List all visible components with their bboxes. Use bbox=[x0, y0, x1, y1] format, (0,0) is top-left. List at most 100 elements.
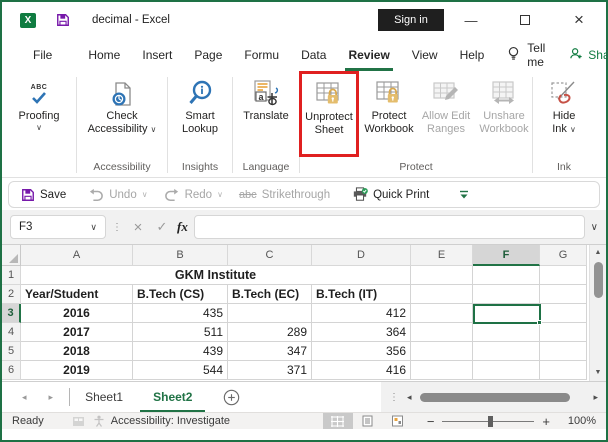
tab-insert[interactable]: Insert bbox=[131, 38, 183, 71]
zoom-out-icon[interactable]: − bbox=[427, 414, 435, 429]
macro-record-icon[interactable] bbox=[72, 416, 85, 427]
translate-button[interactable]: a Translate bbox=[243, 73, 289, 123]
cell-d6[interactable]: 416 bbox=[312, 361, 411, 380]
sheet-tab-sheet2-active[interactable]: Sheet2 bbox=[138, 382, 207, 412]
cell-e1[interactable] bbox=[411, 266, 473, 285]
cell-g1[interactable] bbox=[540, 266, 587, 285]
close-button[interactable]: × bbox=[552, 2, 606, 38]
splitter-dots-icon[interactable]: ⋮ bbox=[389, 392, 399, 403]
cell-f6[interactable] bbox=[473, 361, 540, 380]
insert-function-button[interactable]: fx bbox=[177, 219, 188, 235]
page-layout-view-button[interactable] bbox=[353, 413, 383, 429]
formula-input[interactable] bbox=[193, 215, 585, 239]
tab-data[interactable]: Data bbox=[290, 38, 337, 71]
tab-formulas[interactable]: Formu bbox=[233, 38, 290, 71]
cancel-icon[interactable]: × bbox=[129, 219, 147, 236]
sign-in-button[interactable]: Sign in bbox=[378, 9, 444, 31]
cell-c5[interactable]: 347 bbox=[228, 342, 312, 361]
cell-b4[interactable]: 511 bbox=[133, 323, 228, 342]
quick-print-button[interactable]: Quick Print bbox=[352, 187, 429, 202]
name-box[interactable]: F3 ∨ bbox=[10, 215, 106, 239]
cell-b5[interactable]: 439 bbox=[133, 342, 228, 361]
drag-dots-icon[interactable]: ⋮ bbox=[112, 222, 123, 233]
tab-file[interactable]: File bbox=[22, 38, 63, 71]
horizontal-scrollbar[interactable] bbox=[419, 392, 586, 402]
cell-b6[interactable]: 544 bbox=[133, 361, 228, 380]
cell-d2[interactable]: B.Tech (IT) bbox=[312, 285, 411, 304]
scroll-left-icon[interactable]: ◂ bbox=[407, 392, 412, 403]
cell-g3[interactable] bbox=[540, 304, 587, 323]
smart-lookup-button[interactable]: Smart Lookup bbox=[182, 73, 218, 136]
cell-a2[interactable]: Year/Student bbox=[21, 285, 133, 304]
vertical-scrollbar[interactable]: ▲ ▼ bbox=[589, 245, 606, 381]
column-header-d[interactable]: D bbox=[312, 245, 411, 266]
row-header-2[interactable]: 2 bbox=[2, 285, 21, 304]
tab-view[interactable]: View bbox=[401, 38, 449, 71]
hide-ink-button[interactable]: Hide Ink ∨ bbox=[549, 73, 579, 136]
row-header-1[interactable]: 1 bbox=[2, 266, 21, 285]
sheet-tab-sheet1[interactable]: Sheet1 bbox=[70, 382, 138, 412]
zoom-slider[interactable] bbox=[442, 415, 535, 427]
tab-page-layout[interactable]: Page bbox=[183, 38, 233, 71]
cell-g4[interactable] bbox=[540, 323, 587, 342]
cell-a6[interactable]: 2019 bbox=[21, 361, 133, 380]
accessibility-person-icon[interactable] bbox=[93, 415, 105, 427]
new-sheet-button[interactable] bbox=[223, 382, 240, 412]
autosave-save-icon[interactable] bbox=[56, 13, 70, 27]
tab-home[interactable]: Home bbox=[77, 38, 131, 71]
cell-e3[interactable] bbox=[411, 304, 473, 323]
cell-b2[interactable]: B.Tech (CS) bbox=[133, 285, 228, 304]
cell-c2[interactable]: B.Tech (EC) bbox=[228, 285, 312, 304]
column-header-e[interactable]: E bbox=[411, 245, 473, 266]
page-break-preview-button[interactable] bbox=[383, 413, 413, 429]
cell-f5[interactable] bbox=[473, 342, 540, 361]
scroll-down-icon[interactable]: ▼ bbox=[595, 368, 602, 378]
cell-f2[interactable] bbox=[473, 285, 540, 304]
cell-e5[interactable] bbox=[411, 342, 473, 361]
zoom-in-icon[interactable]: + bbox=[542, 414, 550, 429]
cell-g2[interactable] bbox=[540, 285, 587, 304]
maximize-button[interactable] bbox=[498, 2, 552, 38]
proofing-button[interactable]: ABC Proofing ∨ bbox=[19, 73, 60, 132]
select-all-corner[interactable] bbox=[2, 245, 21, 266]
scroll-up-icon[interactable]: ▲ bbox=[595, 248, 602, 258]
cell-c4[interactable]: 289 bbox=[228, 323, 312, 342]
enter-check-icon[interactable]: ✓ bbox=[153, 219, 171, 235]
vertical-scroll-thumb[interactable] bbox=[593, 262, 603, 298]
save-button[interactable]: Save bbox=[21, 188, 66, 202]
column-header-g[interactable]: G bbox=[540, 245, 587, 266]
cell-f4[interactable] bbox=[473, 323, 540, 342]
sheet-nav-left-icon[interactable]: ◂ bbox=[22, 392, 27, 403]
cell-a5[interactable]: 2018 bbox=[21, 342, 133, 361]
tab-help[interactable]: Help bbox=[449, 38, 496, 71]
cell-c6[interactable]: 371 bbox=[228, 361, 312, 380]
column-header-f-selected[interactable]: F bbox=[473, 245, 540, 266]
zoom-level[interactable]: 100% bbox=[558, 415, 596, 427]
cell-d3[interactable]: 412 bbox=[312, 304, 411, 323]
cell-d4[interactable]: 364 bbox=[312, 323, 411, 342]
cell-e4[interactable] bbox=[411, 323, 473, 342]
tab-review[interactable]: Review bbox=[337, 38, 400, 71]
unprotect-sheet-button[interactable]: Unprotect Sheet bbox=[303, 74, 355, 137]
accessibility-status[interactable]: Accessibility: Investigate bbox=[111, 415, 230, 427]
share-button[interactable]: Share bbox=[557, 47, 606, 63]
cell-g6[interactable] bbox=[540, 361, 587, 380]
cell-b3[interactable]: 435 bbox=[133, 304, 228, 323]
cell-e6[interactable] bbox=[411, 361, 473, 380]
row-header-4[interactable]: 4 bbox=[2, 323, 21, 342]
cell-f1[interactable] bbox=[473, 266, 540, 285]
sheet-nav-right-icon[interactable]: ▸ bbox=[49, 392, 54, 403]
column-header-a[interactable]: A bbox=[21, 245, 133, 266]
cell-a4[interactable]: 2017 bbox=[21, 323, 133, 342]
cell-g5[interactable] bbox=[540, 342, 587, 361]
row-header-6[interactable]: 6 bbox=[2, 361, 21, 380]
minimize-button[interactable]: — bbox=[444, 2, 498, 38]
cell-d5[interactable]: 356 bbox=[312, 342, 411, 361]
cell-e2[interactable] bbox=[411, 285, 473, 304]
customize-toolbar-button[interactable] bbox=[459, 190, 469, 199]
row-header-5[interactable]: 5 bbox=[2, 342, 21, 361]
scroll-right-icon[interactable]: ▸ bbox=[593, 392, 598, 403]
zoom-slider-thumb[interactable] bbox=[488, 415, 494, 427]
horizontal-scroll-thumb[interactable] bbox=[419, 392, 570, 402]
cell-a3[interactable]: 2016 bbox=[21, 304, 133, 323]
